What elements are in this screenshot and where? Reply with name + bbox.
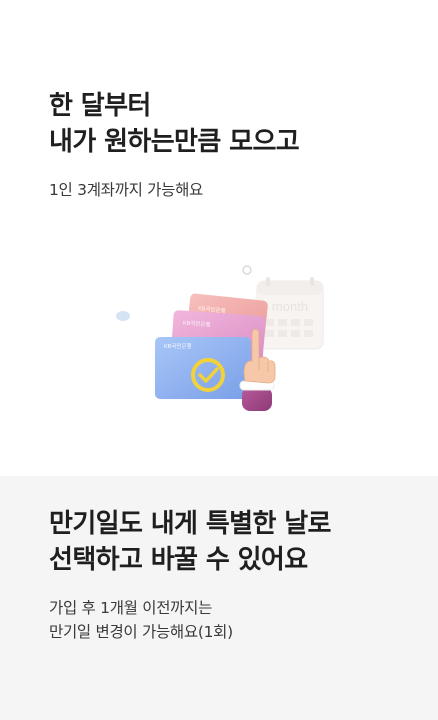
title-line: 선택하고 바꿀 수 있어요	[49, 545, 308, 575]
section-title: 만기일도 내게 특별한 날로 선택하고 바꿀 수 있어요	[49, 506, 331, 578]
sparkle-icon	[242, 265, 252, 275]
calendar-month-label: month	[272, 299, 308, 314]
title-line: 내가 원하는만큼 모으고	[49, 127, 300, 157]
feature-section-savings-period: 한 달부터 내가 원하는만큼 모으고 1인 3계좌까지 가능해요 month K…	[0, 0, 438, 476]
section-description: 가입 후 1개월 이전까지는 만기일 변경이 가능해요(1회)	[49, 599, 233, 641]
title-line: 만기일도 내게 특별한 날로	[49, 509, 331, 539]
dot-decoration	[116, 311, 130, 321]
svg-text:KB국민은행: KB국민은행	[164, 342, 192, 350]
section-description: 1인 3계좌까지 가능해요	[49, 181, 204, 199]
feature-section-maturity-date: 만기일도 내게 특별한 날로 선택하고 바꿀 수 있어요 가입 후 1개월 이전…	[0, 476, 438, 720]
savings-cards-illustration: month KB국민은행 KB국민은행 KB국민은행	[116, 265, 324, 411]
title-line: 한 달부터	[49, 91, 151, 121]
bank-card-front: KB국민은행	[155, 337, 251, 399]
section-title: 한 달부터 내가 원하는만큼 모으고	[49, 88, 300, 160]
